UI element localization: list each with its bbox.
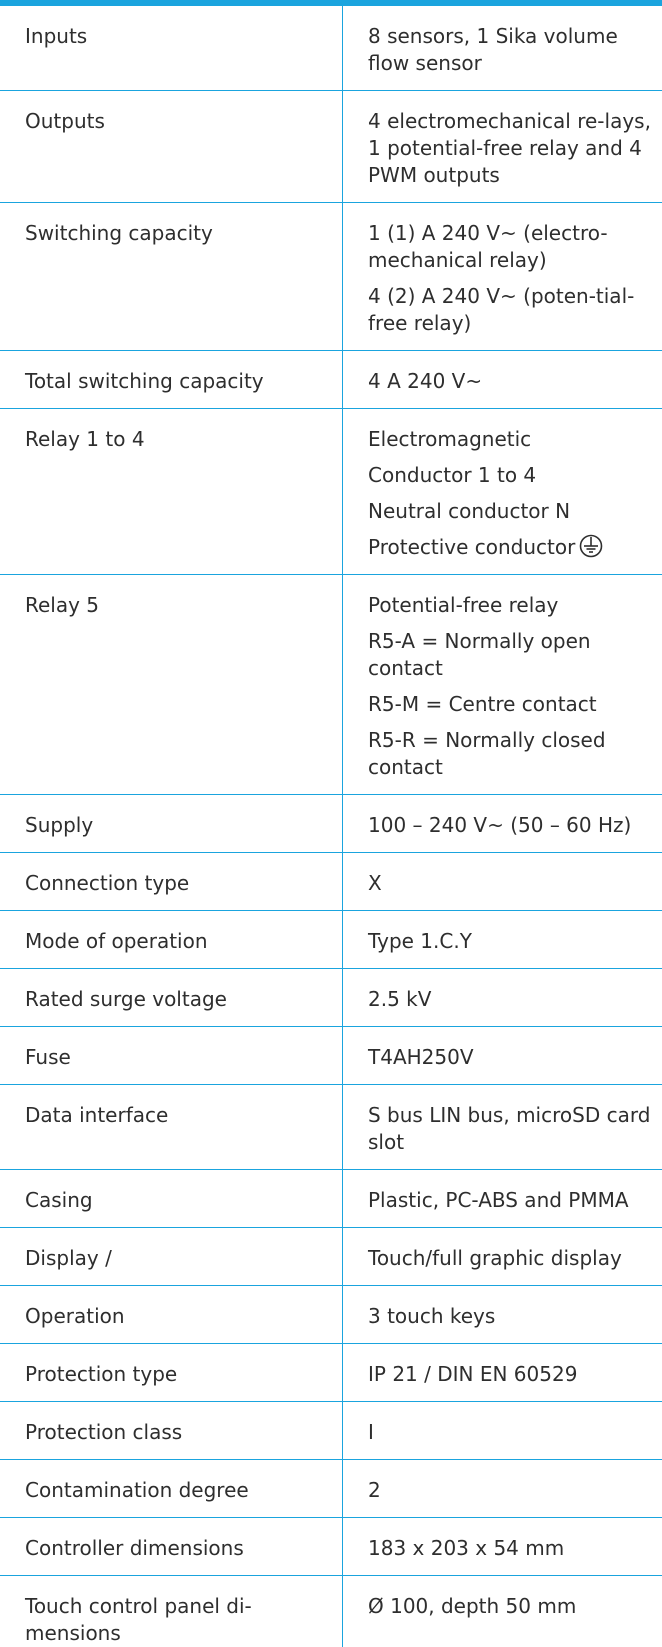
- spec-value: Type 1.C.Y: [343, 911, 662, 968]
- spec-row-connection-type: Connection type X: [0, 853, 662, 911]
- spec-value-line: Potential-free relay: [368, 593, 559, 617]
- spec-value: 4 electromechanical re-lays, 1 potential…: [343, 91, 662, 202]
- spec-value: T4AH250V: [343, 1027, 662, 1084]
- spec-row-controller-dimensions: Controller dimensions 183 x 203 x 54 mm: [0, 1518, 662, 1576]
- spec-row-inputs: Inputs 8 sensors, 1 Sika volume flow sen…: [0, 6, 662, 91]
- spec-value: X: [343, 853, 662, 910]
- spec-value: S bus LIN bus, microSD card slot: [343, 1085, 662, 1169]
- spec-label: Total switching capacity: [0, 351, 343, 408]
- spec-value-line: 2: [368, 1478, 381, 1502]
- spec-value: 3 touch keys: [343, 1286, 662, 1343]
- spec-row-contamination-degree: Contamination degree 2: [0, 1460, 662, 1518]
- spec-row-protection-class: Protection class I: [0, 1402, 662, 1460]
- spec-value: Touch/full graphic display: [343, 1228, 662, 1285]
- spec-value: Plastic, PC-ABS and PMMA: [343, 1170, 662, 1227]
- spec-label: Protection type: [0, 1344, 343, 1401]
- spec-value: IP 21 / DIN EN 60529: [343, 1344, 662, 1401]
- spec-value-line: 4 electromechanical re-lays, 1 potential…: [368, 109, 651, 187]
- spec-value-line: 8 sensors, 1 Sika volume flow sensor: [368, 24, 618, 75]
- spec-row-outputs: Outputs 4 electromechanical re-lays, 1 p…: [0, 91, 662, 203]
- spec-value-line: X: [368, 871, 382, 895]
- spec-label: Switching capacity: [0, 203, 343, 350]
- spec-label: Rated surge voltage: [0, 969, 343, 1026]
- spec-row-fuse: Fuse T4AH250V: [0, 1027, 662, 1085]
- spec-value: I: [343, 1402, 662, 1459]
- spec-value-line: 183 x 203 x 54 mm: [368, 1536, 565, 1560]
- spec-value-line: Ø 100, depth 50 mm: [368, 1594, 577, 1618]
- protective-earth-icon: [579, 534, 603, 558]
- spec-row-relay-1-to-4: Relay 1 to 4 Electromagnetic Conductor 1…: [0, 409, 662, 575]
- spec-label: Outputs: [0, 91, 343, 202]
- spec-value-line: 100 – 240 V~ (50 – 60 Hz): [368, 813, 632, 837]
- spec-label: Fuse: [0, 1027, 343, 1084]
- spec-row-data-interface: Data interface S bus LIN bus, microSD ca…: [0, 1085, 662, 1170]
- spec-row-touch-control-panel-dimensions: Touch control panel di-mensions Ø 100, d…: [0, 1576, 662, 1647]
- spec-label: Operation: [0, 1286, 343, 1343]
- spec-value-line: 4 (2) A 240 V~ (poten-tial-free relay): [368, 284, 635, 335]
- spec-row-switching-capacity: Switching capacity 1 (1) A 240 V~ (elect…: [0, 203, 662, 351]
- spec-value-line: 3 touch keys: [368, 1304, 496, 1328]
- spec-label: Mode of operation: [0, 911, 343, 968]
- spec-label: Inputs: [0, 6, 343, 90]
- spec-value-line: R5-A = Normally open contact: [368, 629, 591, 680]
- spec-value: Ø 100, depth 50 mm: [343, 1576, 662, 1647]
- spec-row-supply: Supply 100 – 240 V~ (50 – 60 Hz): [0, 795, 662, 853]
- spec-value: 1 (1) A 240 V~ (electro-mechanical relay…: [343, 203, 662, 350]
- spec-value-line-with-icon: Protective conductor: [368, 534, 654, 561]
- spec-value: 183 x 203 x 54 mm: [343, 1518, 662, 1575]
- spec-row-mode-of-operation: Mode of operation Type 1.C.Y: [0, 911, 662, 969]
- spec-value-line: 2.5 kV: [368, 987, 432, 1011]
- spec-row-casing: Casing Plastic, PC-ABS and PMMA: [0, 1170, 662, 1228]
- spec-row-total-switching-capacity: Total switching capacity 4 A 240 V~: [0, 351, 662, 409]
- spec-value-line: 4 A 240 V~: [368, 369, 483, 393]
- spec-value-text: Protective conductor: [368, 535, 576, 559]
- spec-value-line: Touch/full graphic display: [368, 1246, 622, 1270]
- spec-value: Electromagnetic Conductor 1 to 4 Neutral…: [343, 409, 662, 574]
- spec-value-line: Type 1.C.Y: [368, 929, 472, 953]
- spec-row-operation: Operation 3 touch keys: [0, 1286, 662, 1344]
- spec-label: Touch control panel di-mensions: [0, 1576, 343, 1647]
- spec-row-rated-surge-voltage: Rated surge voltage 2.5 kV: [0, 969, 662, 1027]
- spec-value-line: Plastic, PC-ABS and PMMA: [368, 1188, 629, 1212]
- spec-label: Relay 5: [0, 575, 343, 794]
- spec-label: Relay 1 to 4: [0, 409, 343, 574]
- spec-value: 4 A 240 V~: [343, 351, 662, 408]
- spec-label: Contamination degree: [0, 1460, 343, 1517]
- spec-label: Connection type: [0, 853, 343, 910]
- spec-value-line: R5-M = Centre contact: [368, 692, 597, 716]
- spec-value-line: I: [368, 1420, 374, 1444]
- spec-table: Inputs 8 sensors, 1 Sika volume flow sen…: [0, 0, 662, 1647]
- spec-row-protection-type: Protection type IP 21 / DIN EN 60529: [0, 1344, 662, 1402]
- spec-value-line: Conductor 1 to 4: [368, 463, 537, 487]
- spec-value-line: S bus LIN bus, microSD card slot: [368, 1103, 651, 1154]
- spec-label: Data interface: [0, 1085, 343, 1169]
- spec-value: 2.5 kV: [343, 969, 662, 1026]
- spec-value: 2: [343, 1460, 662, 1517]
- spec-label: Supply: [0, 795, 343, 852]
- spec-value-line: Electromagnetic: [368, 427, 532, 451]
- spec-label: Display /: [0, 1228, 343, 1285]
- spec-value: 8 sensors, 1 Sika volume flow sensor: [343, 6, 662, 90]
- spec-row-display: Display / Touch/full graphic display: [0, 1228, 662, 1286]
- spec-value: 100 – 240 V~ (50 – 60 Hz): [343, 795, 662, 852]
- spec-label: Controller dimensions: [0, 1518, 343, 1575]
- spec-value-line: 1 (1) A 240 V~ (electro-mechanical relay…: [368, 221, 608, 272]
- spec-value-line: Neutral conductor N: [368, 499, 571, 523]
- spec-label: Casing: [0, 1170, 343, 1227]
- spec-value-line: T4AH250V: [368, 1045, 474, 1069]
- spec-row-relay-5: Relay 5 Potential-free relay R5-A = Norm…: [0, 575, 662, 795]
- spec-value: Potential-free relay R5-A = Normally ope…: [343, 575, 662, 794]
- spec-value-line: R5-R = Normally closed contact: [368, 728, 606, 779]
- spec-label: Protection class: [0, 1402, 343, 1459]
- spec-value-line: IP 21 / DIN EN 60529: [368, 1362, 578, 1386]
